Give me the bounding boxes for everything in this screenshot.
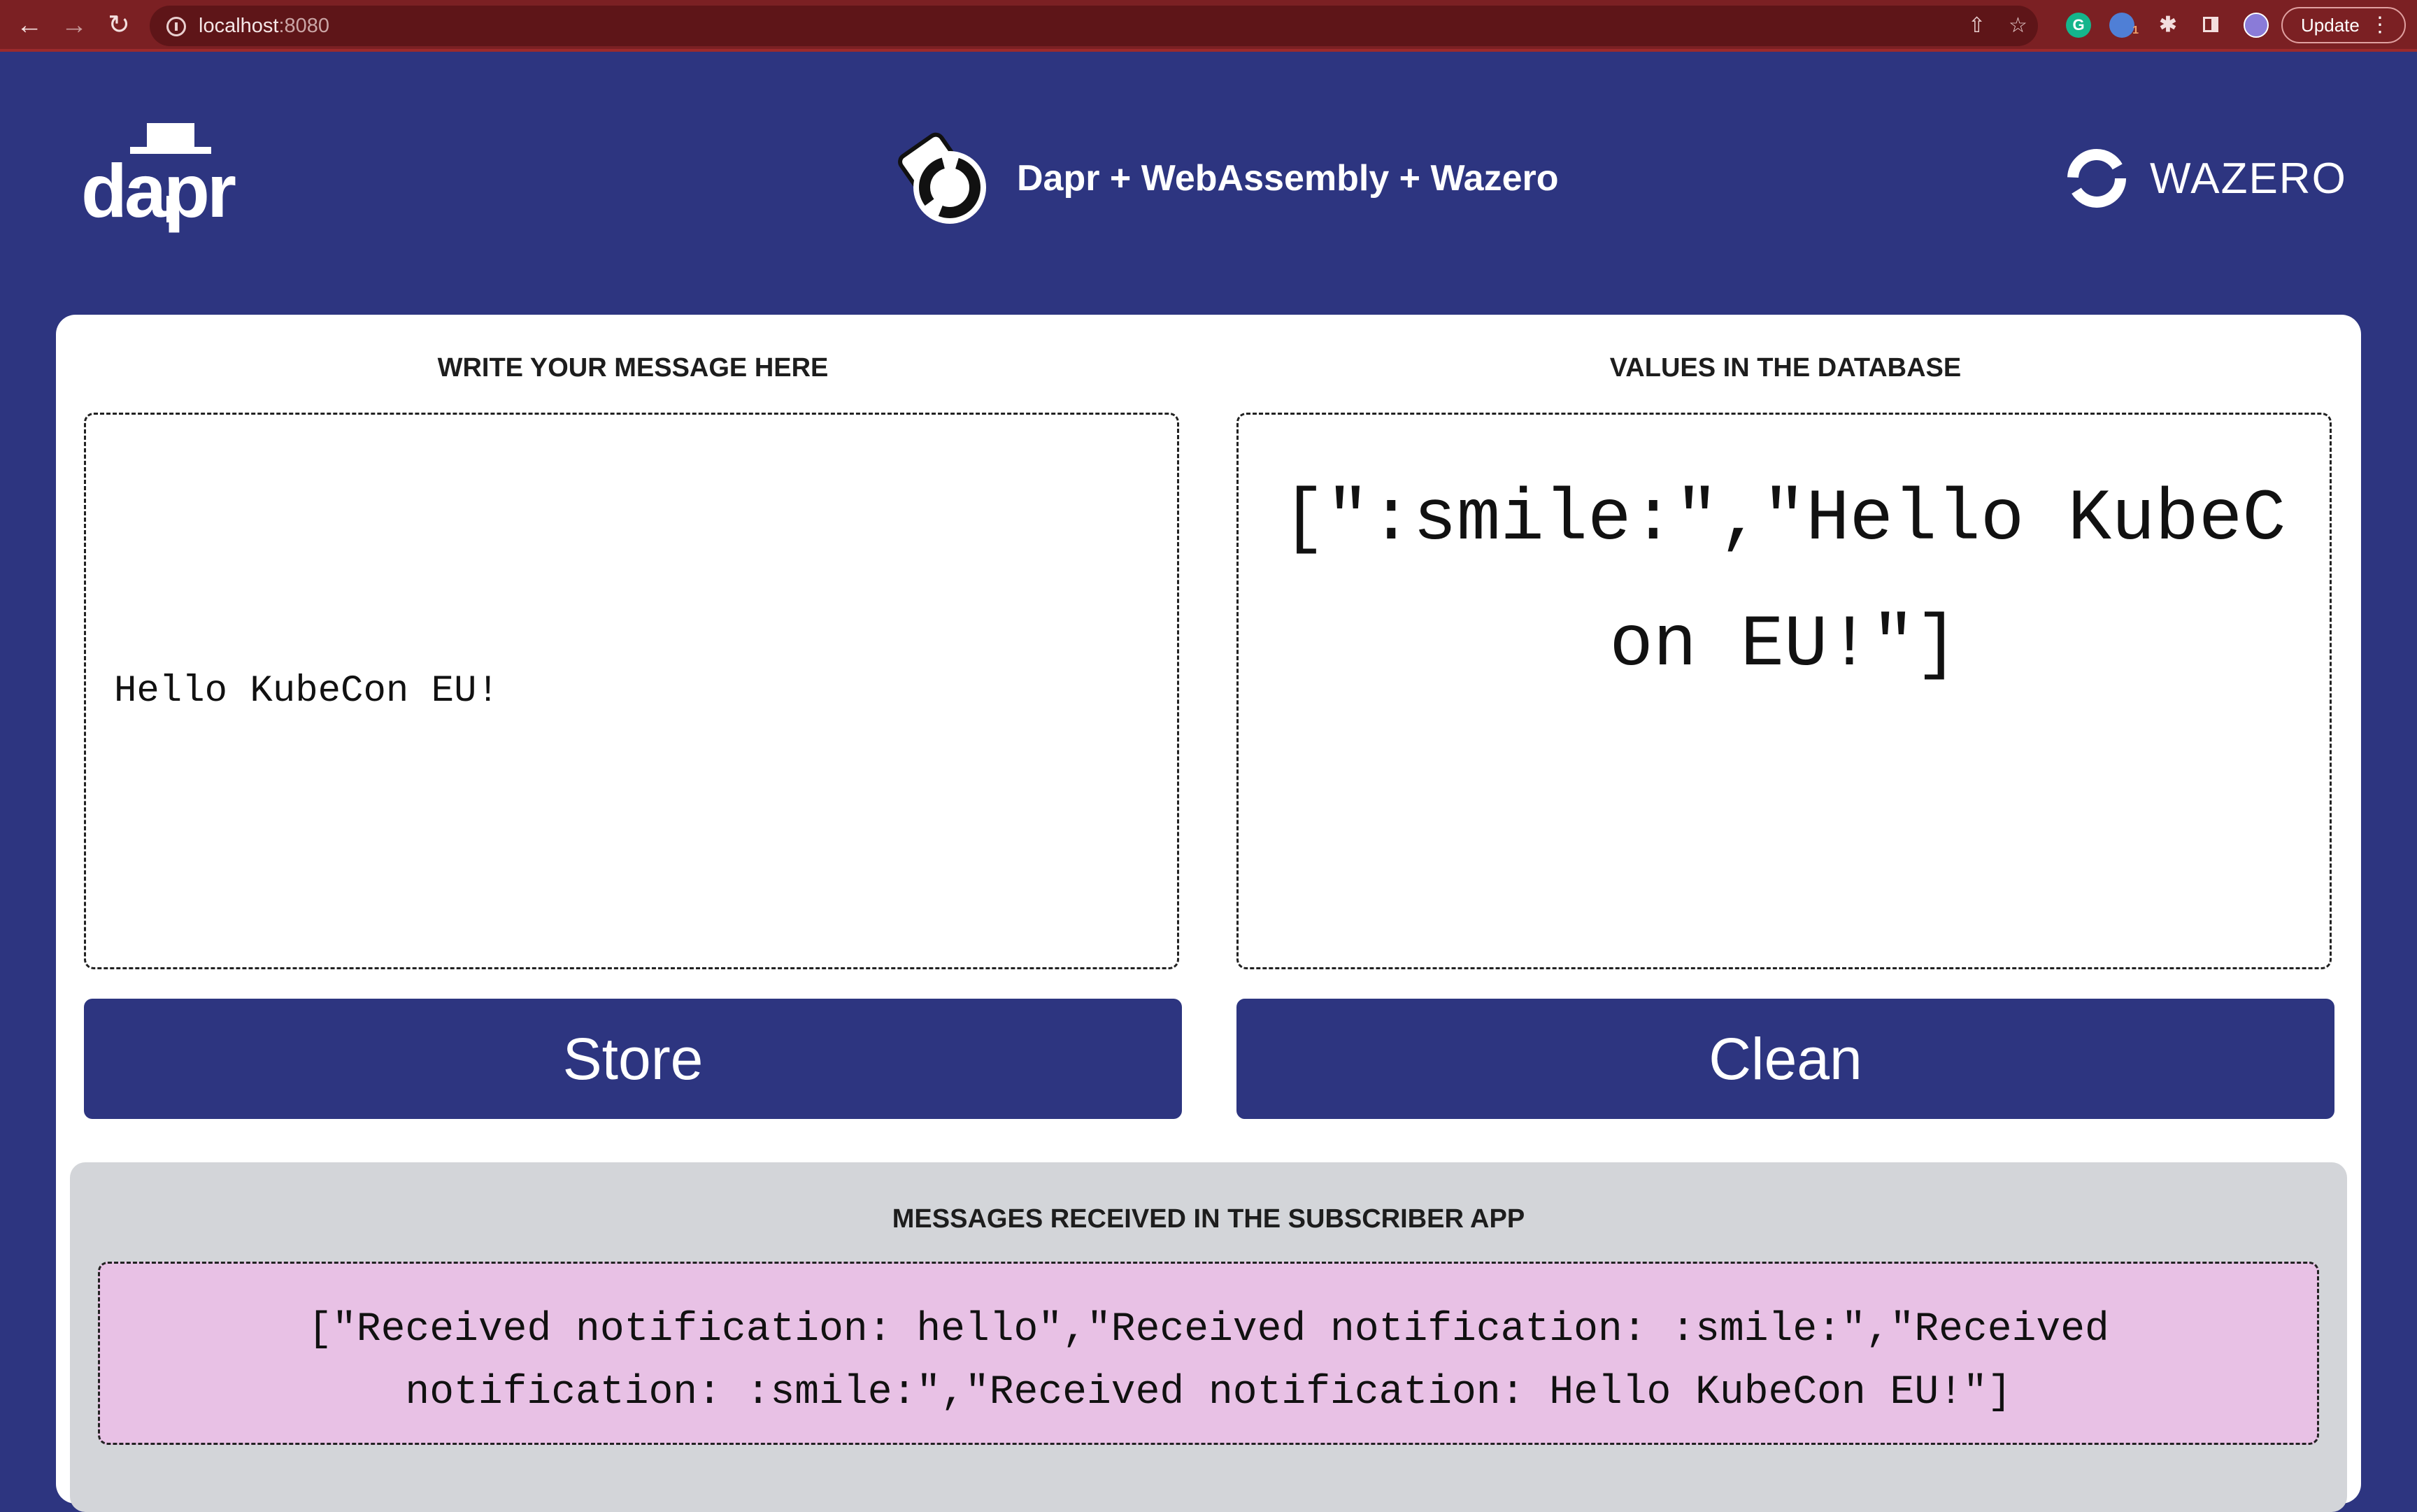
message-input-value: Hello KubeCon EU!	[114, 669, 499, 713]
subscriber-panel: MESSAGES RECEIVED IN THE SUBSCRIBER APP …	[70, 1162, 2347, 1512]
writer-title: WRITE YOUR MESSAGE HERE	[437, 353, 829, 383]
url-host: localhost	[199, 15, 279, 37]
app-brand: Dapr + WebAssembly + Wazero	[888, 126, 1559, 231]
browser-toolbar: ← → ↻ localhost:8080 ⇧ ☆ G 1 ✱ Update ⋮	[0, 0, 2417, 52]
clean-button[interactable]: Clean	[1236, 999, 2334, 1119]
dapr-logo: dapr	[77, 119, 245, 238]
message-input[interactable]: Hello KubeCon EU!	[84, 413, 1179, 969]
wasm-dapr-logo-icon	[898, 132, 986, 224]
store-button[interactable]: Store	[84, 999, 1182, 1119]
subscriber-title: MESSAGES RECEIVED IN THE SUBSCRIBER APP	[892, 1204, 1525, 1234]
bookmark-star-icon[interactable]: ☆	[2009, 15, 2027, 36]
side-panel-icon[interactable]	[2199, 13, 2224, 38]
profile-avatar-icon[interactable]	[2244, 13, 2269, 38]
database-values-text: [":smile:","Hello KubeCon EU!"]	[1282, 478, 2286, 687]
share-icon[interactable]: ⇧	[1968, 15, 1985, 36]
database-values-box: [":smile:","Hello KubeCon EU!"]	[1236, 413, 2332, 969]
main-card: WRITE YOUR MESSAGE HERE Hello KubeCon EU…	[56, 315, 2361, 1512]
reload-icon[interactable]: ↻	[101, 7, 137, 43]
forward-arrow-icon[interactable]: →	[56, 7, 92, 43]
address-bar[interactable]: localhost:8080 ⇧ ☆	[150, 6, 2038, 46]
translate-badge: 1	[2132, 24, 2139, 36]
translate-icon[interactable]: 1	[2109, 13, 2139, 38]
update-button[interactable]: Update ⋮	[2281, 7, 2406, 43]
dapr-logo-text: dapr	[81, 148, 236, 233]
grammarly-icon[interactable]: G	[2066, 13, 2091, 38]
subscriber-messages-box: ["Received notification: hello","Receive…	[98, 1262, 2319, 1445]
wazero-logo-text: WAZERO	[2150, 154, 2347, 203]
page-title: Dapr + WebAssembly + Wazero	[1017, 158, 1559, 199]
extensions-puzzle-icon[interactable]: ✱	[2155, 13, 2181, 38]
grammarly-letter: G	[2072, 16, 2085, 34]
kebab-menu-icon[interactable]: ⋮	[2369, 8, 2390, 42]
url-port: :8080	[278, 15, 330, 37]
subscriber-messages-text: ["Received notification: hello","Receive…	[308, 1307, 2109, 1415]
update-label: Update	[2301, 15, 2360, 36]
url-text[interactable]: localhost:8080	[199, 6, 329, 46]
info-icon[interactable]	[166, 17, 186, 36]
back-arrow-icon[interactable]: ←	[11, 7, 48, 43]
wazero-ring-icon	[2067, 149, 2126, 208]
wazero-logo: WAZERO	[2063, 140, 2347, 217]
database-title: VALUES IN THE DATABASE	[1609, 353, 1962, 383]
